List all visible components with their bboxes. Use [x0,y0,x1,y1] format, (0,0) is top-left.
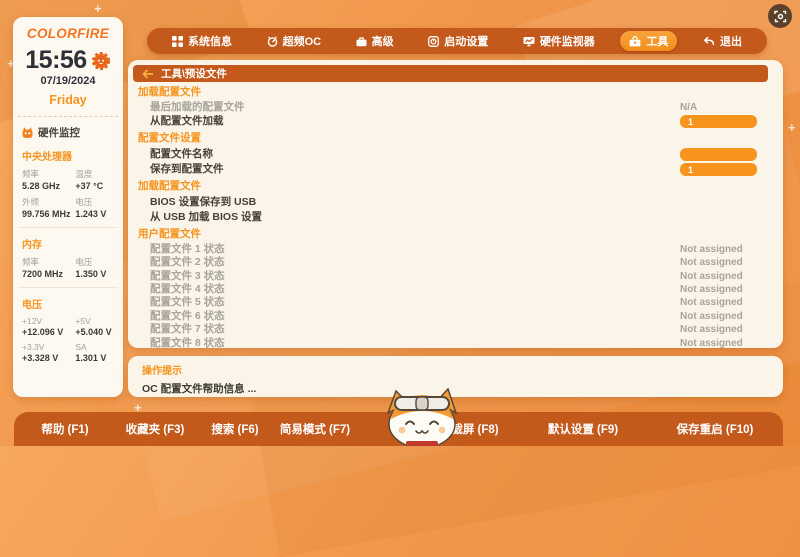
monitor-section-title-cpu: 中央处理器 [22,148,123,163]
clock-date: 07/19/2024 [13,75,123,87]
profile-status-row: 配置文件 6 状态 Not assigned [128,310,783,323]
tab-advanced[interactable]: 高级 [347,31,403,51]
fkey-save-reset-f10[interactable]: 保存重启 (F10) [677,421,754,437]
profile-name-input[interactable] [680,148,757,161]
metric-mem-frequency: 频率 7200 MHz [22,256,75,279]
tab-boot-settings[interactable]: 启动设置 [419,31,497,51]
tab-tools[interactable]: 工具 [620,31,677,51]
gear-cat-icon [91,51,111,71]
profile-status-value: Not assigned [680,323,743,336]
section-header: 用户配置文件 [128,226,783,243]
help-title: 操作提示 [142,362,783,377]
hardware-monitor-title: 硬件监控 [38,125,80,140]
metric-cpu-temperature: 温度 +37 °C [75,168,119,191]
settings-panel: 工具\预设文件 加载配置文件 最后加载的配置文件 N/A 从配置文件加载 配置文… [128,60,783,348]
tab-overclock[interactable]: 超频OC [258,31,331,51]
tab-label: 系统信息 [188,33,232,49]
section-header: 加载配置文件 [128,178,783,195]
sidebar-panel: COLORFIRE 15:56 07/19/2024 Friday [13,17,123,397]
setting-row-last-loaded-profile: 最后加载的配置文件 N/A [128,101,783,114]
divider [18,227,118,228]
setting-row-profile-name[interactable]: 配置文件名称 [128,147,783,163]
sparkle-decoration: + [94,1,102,16]
divider [18,287,118,288]
setting-row-save-to-profile[interactable]: 保存到配置文件 [128,162,783,178]
tab-exit[interactable]: 退出 [694,31,751,51]
monitor-section-title-memory: 内存 [22,236,123,251]
tab-hardware-monitor[interactable]: 硬件监视器 [514,31,604,51]
breadcrumb-label: 工具\预设文件 [161,66,227,81]
tab-label: 启动设置 [444,33,488,49]
setting-row-load-from-profile[interactable]: 从配置文件加载 [128,114,783,130]
bios-screen: + + + + COLORFIRE 15:56 07/19/2024 Frida… [0,0,800,446]
fkey-favorites-f3[interactable]: 收藏夹 (F3) [126,421,185,437]
brand-logo: COLORFIRE [13,26,123,41]
sparkle-decoration: + [788,120,796,135]
top-navigation: 系统信息 超频OC 高级 启动设置 硬件监视器 [147,28,767,54]
back-arrow-icon [703,36,715,47]
hardware-monitor-icon [21,126,34,139]
metric-cpu-voltage: 电压 1.243 V [75,196,119,219]
fkey-search-f6[interactable]: 搜索 (F6) [211,421,258,437]
section-header: 配置文件设置 [128,130,783,147]
clock-time: 15:56 [25,48,86,73]
tab-label: 高级 [372,33,394,49]
fkey-help-f1[interactable]: 帮助 (F1) [41,421,88,437]
save-to-profile-input[interactable] [680,163,757,176]
breadcrumb: 工具\预设文件 [133,65,768,82]
load-from-profile-input[interactable] [680,115,757,128]
fkey-defaults-f9[interactable]: 默认设置 (F9) [548,421,618,437]
profile-status-value: Not assigned [680,243,743,256]
metric-cpu-frequency: 频率 5.28 GHz [22,168,75,191]
profile-status-row: 配置文件 1 状态 Not assigned [128,243,783,256]
metric-5v: +5V +5.040 V [75,316,119,337]
monitor-chart-icon [523,36,535,47]
settings-rows: 加载配置文件 最后加载的配置文件 N/A 从配置文件加载 配置文件设置 配置文件… [128,84,783,348]
profile-status-value: Not assigned [680,283,743,296]
divider [18,116,118,117]
toolbox-icon [629,36,641,47]
briefcase-icon [356,36,367,47]
metric-cpu-bclk: 外频 99.756 MHz [22,196,75,219]
profile-status-value: Not assigned [680,310,743,323]
tab-label: 退出 [720,33,742,49]
profile-status-value: Not assigned [680,270,743,283]
setting-row-load-bios-from-usb[interactable]: 从 USB 加载 BIOS 设置 [128,210,783,226]
fkey-easy-mode-f7[interactable]: 简易模式 (F7) [280,421,350,437]
left-arrow-icon[interactable] [142,69,154,79]
profile-status-value: Not assigned [680,296,743,309]
tab-label: 超频OC [283,33,322,49]
profile-status-row: 配置文件 3 状态 Not assigned [128,270,783,283]
grid-icon [172,36,183,47]
metric-sa: SA 1.301 V [75,342,119,363]
tab-label: 硬件监视器 [540,33,595,49]
tab-system-info[interactable]: 系统信息 [163,31,241,51]
setting-row-save-bios-to-usb[interactable]: BIOS 设置保存到 USB [128,195,783,211]
profile-status-row: 配置文件 2 状态 Not assigned [128,256,783,269]
cat-mascot [372,383,472,446]
screenshot-frame-icon[interactable] [768,4,792,28]
profile-status-value: Not assigned [680,256,743,269]
profile-status-row: 配置文件 7 状态 Not assigned [128,323,783,336]
boot-clock-icon [428,36,439,47]
profile-status-row: 配置文件 8 状态 Not assigned [128,337,783,348]
gauge-icon [267,36,278,47]
profile-status-row: 配置文件 4 状态 Not assigned [128,283,783,296]
section-header: 加载配置文件 [128,84,783,101]
metric-12v: +12V +12.096 V [22,316,75,337]
metric-3v3: +3.3V +3.328 V [22,342,75,363]
tab-label: 工具 [646,33,668,49]
setting-value: N/A [680,101,697,114]
monitor-section-title-voltage: 电压 [22,296,123,311]
metric-mem-voltage: 电压 1.350 V [75,256,119,279]
profile-status-value: Not assigned [680,337,743,348]
clock-weekday: Friday [13,93,123,107]
profile-status-row: 配置文件 5 状态 Not assigned [128,296,783,309]
